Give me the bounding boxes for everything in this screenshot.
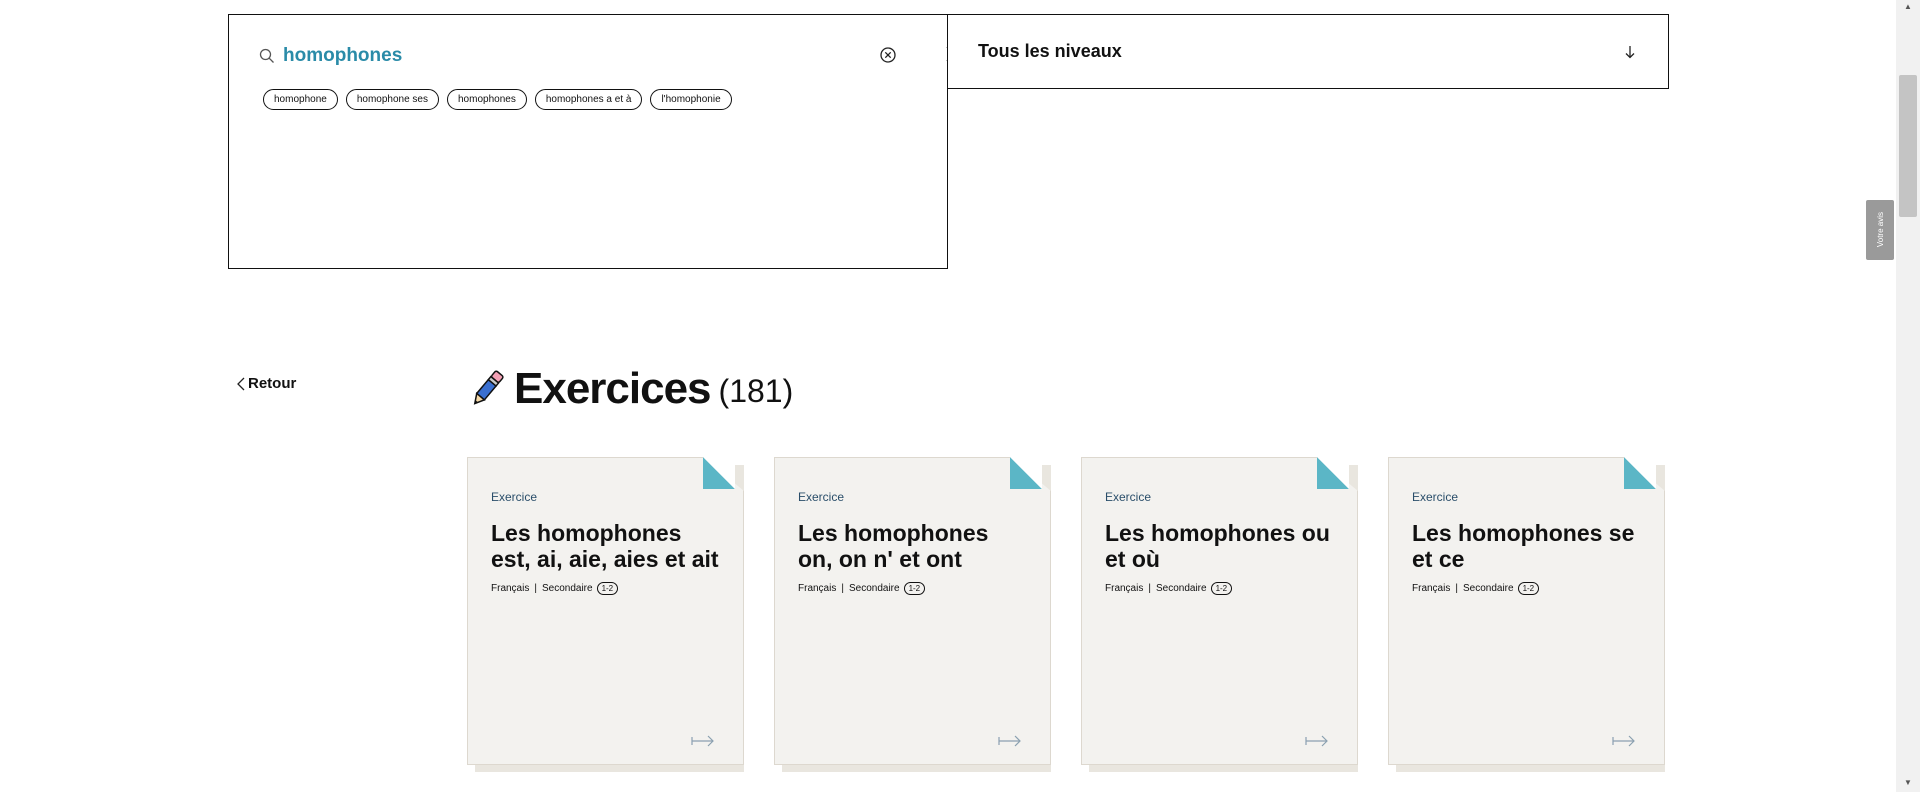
- level-select[interactable]: Tous les niveaux: [947, 14, 1669, 89]
- search-icon: [257, 46, 277, 66]
- back-link-label: Retour: [248, 375, 297, 392]
- card-type: Exercice: [798, 490, 845, 504]
- card-body: Exercice Les homophones ou et où Françai…: [1081, 457, 1358, 765]
- card-subject: Français: [1412, 583, 1451, 594]
- level-select-label: Tous les niveaux: [978, 41, 1122, 61]
- grade-badge: 1-2: [903, 582, 926, 595]
- section-title: Exercices (181): [468, 364, 793, 414]
- exercise-card[interactable]: Exercice Les homophones est, ai, aie, ai…: [467, 457, 744, 772]
- card-level: Secondaire: [1462, 583, 1514, 594]
- chevron-left-icon: [236, 376, 246, 392]
- arrow-right-icon: [691, 734, 715, 748]
- back-link[interactable]: Retour: [236, 375, 296, 392]
- feedback-tab-label: Votre avis: [1875, 212, 1885, 248]
- grade-badge: 1-2: [1210, 582, 1233, 595]
- grade-badge: 1-2: [1517, 582, 1540, 595]
- card-level: Secondaire: [1155, 583, 1207, 594]
- card-fold-icon: [1010, 457, 1042, 489]
- meta-separator: |: [1148, 583, 1151, 594]
- card-type: Exercice: [1412, 490, 1459, 504]
- exercise-card-list: Exercice Les homophones est, ai, aie, ai…: [467, 457, 1665, 772]
- card-title: Les homophones on, on n' et ont: [798, 520, 989, 572]
- card-title: Les homophones ou et où: [1105, 520, 1330, 572]
- exercise-card[interactable]: Exercice Les homophones on, on n' et ont…: [774, 457, 1051, 772]
- suggestion-chip[interactable]: homophone: [263, 89, 338, 110]
- card-body: Exercice Les homophones on, on n' et ont…: [774, 457, 1051, 765]
- search-panel: homophones homophone homophone ses homop…: [228, 14, 962, 269]
- suggestion-chip[interactable]: homophones a et à: [534, 89, 643, 110]
- suggestion-chip[interactable]: l'homophonie: [650, 89, 732, 110]
- grade-badge: 1-2: [596, 582, 619, 595]
- scrollbar-thumb[interactable]: [1899, 75, 1917, 217]
- meta-separator: |: [534, 583, 537, 594]
- card-subject: Français: [491, 583, 530, 594]
- section-heading: Exercices: [514, 364, 712, 413]
- feedback-tab[interactable]: Votre avis: [1866, 200, 1894, 260]
- search-suggestions: homophone homophone ses homophones homop…: [263, 89, 732, 110]
- card-title: Les homophones est, ai, aie, aies et ait: [491, 520, 719, 572]
- arrow-right-icon: [998, 734, 1022, 748]
- scroll-down-icon[interactable]: ▼: [1902, 778, 1914, 788]
- card-fold-icon: [1624, 457, 1656, 489]
- card-title: Les homophones se et ce: [1412, 520, 1635, 572]
- arrow-right-icon: [1612, 734, 1636, 748]
- pencil-icon: [468, 369, 506, 409]
- exercise-card[interactable]: Exercice Les homophones se et ce Françai…: [1388, 457, 1665, 772]
- suggestion-chip[interactable]: homophones: [447, 89, 527, 110]
- card-body: Exercice Les homophones est, ai, aie, ai…: [467, 457, 744, 765]
- scrollbar[interactable]: ▲ ▼: [1896, 0, 1920, 792]
- card-type: Exercice: [491, 490, 538, 504]
- card-meta: Français | Secondaire 1-2: [1105, 582, 1233, 595]
- suggestion-chip[interactable]: homophone ses: [345, 89, 439, 110]
- card-meta: Français | Secondaire 1-2: [798, 582, 926, 595]
- arrow-right-icon: [1305, 734, 1329, 748]
- exercise-card[interactable]: Exercice Les homophones ou et où Françai…: [1081, 457, 1358, 772]
- search-input[interactable]: homophones: [283, 45, 921, 67]
- card-body: Exercice Les homophones se et ce Françai…: [1388, 457, 1665, 765]
- card-meta: Français | Secondaire 1-2: [1412, 582, 1540, 595]
- card-subject: Français: [798, 583, 837, 594]
- card-level: Secondaire: [541, 583, 593, 594]
- card-fold-icon: [1317, 457, 1349, 489]
- scroll-up-icon[interactable]: ▲: [1902, 2, 1914, 12]
- card-type: Exercice: [1105, 490, 1152, 504]
- card-fold-icon: [703, 457, 735, 489]
- arrow-down-icon: [1622, 44, 1638, 60]
- clear-icon[interactable]: [879, 46, 899, 66]
- search-row[interactable]: homophones: [257, 39, 962, 73]
- meta-separator: |: [1455, 583, 1458, 594]
- meta-separator: |: [841, 583, 844, 594]
- card-subject: Français: [1105, 583, 1144, 594]
- card-level: Secondaire: [848, 583, 900, 594]
- result-count: (181): [718, 372, 794, 409]
- card-meta: Français | Secondaire 1-2: [491, 582, 619, 595]
